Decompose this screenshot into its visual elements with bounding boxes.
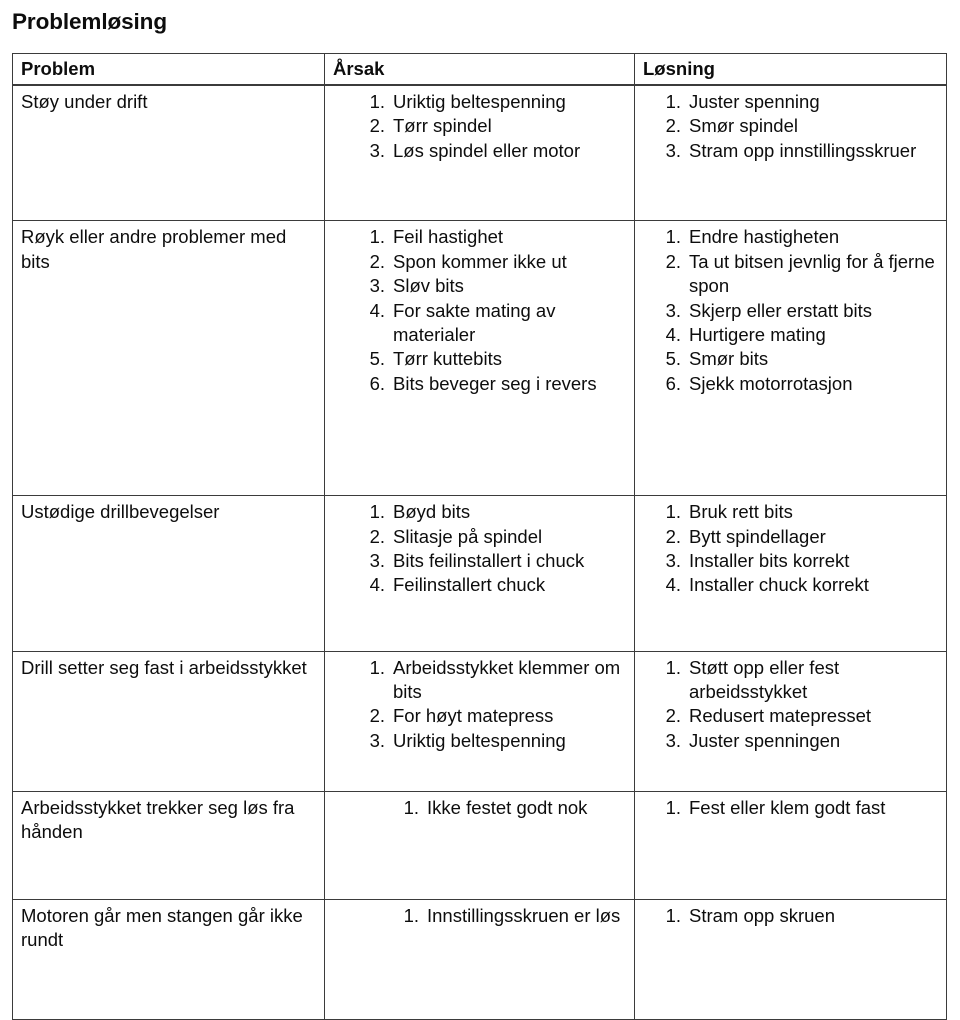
row-spacer [13,851,14,899]
table-body: Støy under drift Uriktig beltespenning Tør… [12,84,947,1020]
problem-text: Motoren går men stangen går ikke rundt [21,904,303,951]
list-item: Slitasje på spindel [361,525,543,550]
problem-text: Støy under drift [21,91,148,113]
problem-text: Røyk eller andre problemer med bits [21,226,287,272]
troubleshooting-table: Problem Årsak Løsning Støy under drift Ur… [12,52,947,1020]
list-item: Installer bits korrekt [657,549,850,574]
cell-problem: Drill setter seg fast i arbeidsstykket [12,650,325,793]
list-item: Smør bits [657,347,769,372]
table-row: Motoren går men stangen går ikke rundt In… [12,898,947,1020]
cell-problem: Arbeidsstykket trekker seg løs fra hånde… [12,791,325,900]
list-item: Redusert matepresset [657,704,872,729]
list-item: Juster spenning [657,90,820,115]
fix-list: Bruk rett bits Bytt spindellager Installer… [653,496,946,604]
table-row: Drill setter seg fast i arbeidsstykket Ar… [12,650,947,793]
page-title: Problemløsing [12,9,167,34]
row-spacer [13,686,14,791]
list-item: Smør spindel [657,114,798,139]
list-item: Sjekk motorrotasjon [657,372,853,397]
list-item: Uriktig beltespenning [361,90,566,115]
fix-list: Fest eller klem godt fast [653,792,946,826]
list-item: Juster spenningen [657,729,841,754]
list-item: Ta ut bitsen jevnlig for å fjerne spon [657,250,935,297]
list-item: Tørr spindel [361,114,492,139]
cause-list: Bøyd bits Slitasje på spindel Bits feilins… [357,496,634,604]
list-item: Bøyd bits [361,500,471,525]
cause-list: Ikke festet godt nok [391,792,634,826]
table-row: Ustødige drillbevegelser Bøyd bits Slitasj… [12,495,947,652]
cell-cause: Uriktig beltespenning Tørr spindel Løs spi… [324,84,635,222]
cause-list: Innstillingsskruen er løs [391,900,634,934]
fix-list: Stram opp skruen [653,900,946,934]
document-page: Problemløsing Problem Årsak Løsning Støy… [0,0,960,1020]
fix-list: Støtt opp eller fest arbeidsstykket Redus… [653,652,946,760]
cell-fix: Fest eller klem godt fast [634,791,947,900]
row-spacer [13,531,14,651]
cell-problem: Motoren går men stangen går ikke rundt [12,898,325,1020]
list-item: Spon kommer ikke ut [361,250,567,275]
fix-list: Endre hastigheten Ta ut bitsen jevnlig fo… [653,221,946,402]
list-item: Tørr kuttebits [361,347,502,372]
list-item: Innstillingsskruen er løs [395,904,621,929]
cell-fix: Juster spenning Smør spindel Stram opp inn… [634,84,947,222]
cell-cause: Ikke festet godt nok [324,791,635,900]
problem-text: Ustødige drillbevegelser [21,501,220,523]
column-header-cause: Årsak [324,52,635,87]
list-item: Endre hastigheten [657,225,840,250]
cell-cause: Bøyd bits Slitasje på spindel Bits feilins… [324,495,635,652]
list-item: Hurtigere mating [657,323,826,348]
list-item: Arbeidsstykket klemmer om bits [361,656,621,703]
list-item: Bytt spindellager [657,525,826,550]
cause-list: Uriktig beltespenning Tørr spindel Løs spi… [357,86,634,169]
problem-text: Drill setter seg fast i arbeidsstykket [21,656,307,678]
list-item: Løs spindel eller motor [361,139,581,164]
cell-cause: Feil hastighet Spon kommer ikke ut Sløv bi… [324,220,635,497]
cell-cause: Innstillingsskruen er løs [324,898,635,1020]
cell-fix: Stram opp skruen [634,898,947,1020]
list-item: Fest eller klem godt fast [657,796,886,821]
cell-fix: Endre hastigheten Ta ut bitsen jevnlig fo… [634,220,947,497]
table-row: Arbeidsstykket trekker seg løs fra hånde… [12,791,947,900]
row-spacer [13,120,14,220]
list-item: Stram opp skruen [657,904,836,929]
cell-problem: Røyk eller andre problemer med bits [12,220,325,497]
row-spacer [13,280,14,495]
fix-list: Juster spenning Smør spindel Stram opp inn… [653,86,946,169]
cell-fix: Bruk rett bits Bytt spindellager Installer… [634,495,947,652]
list-item: Bits feilinstallert i chuck [361,549,585,574]
table-row: Støy under drift Uriktig beltespenning Tør… [12,84,947,222]
list-item: Støtt opp eller fest arbeidsstykket [657,656,840,703]
cell-problem: Ustødige drillbevegelser [12,495,325,652]
row-spacer [13,959,14,1019]
list-item: Bruk rett bits [657,500,793,525]
list-item: For høyt matepress [361,704,554,729]
list-item: Stram opp innstillingsskruer [657,139,917,164]
list-item: Installer chuck korrekt [657,573,869,598]
list-item: Bits beveger seg i revers [361,372,597,397]
table-header: Problem Årsak Løsning [12,52,947,87]
table-row: Røyk eller andre problemer med bits Feil … [12,220,947,497]
column-header-cause-label: Årsak [333,57,385,79]
problem-text: Arbeidsstykket trekker seg løs fra hånde… [21,797,295,843]
cause-list: Feil hastighet Spon kommer ikke ut Sløv bi… [357,221,634,402]
column-header-problem-label: Problem [21,57,96,79]
list-item: Feilinstallert chuck [361,573,546,598]
column-header-solution-label: Løsning [643,57,715,79]
list-item: Ikke festet godt nok [395,796,588,821]
list-item: For sakte mating av materialer [361,299,556,346]
list-item: Skjerp eller erstatt bits [657,299,873,324]
cell-problem: Støy under drift [12,84,325,222]
column-header-solution: Løsning [634,52,947,87]
cell-fix: Støtt opp eller fest arbeidsstykket Redus… [634,650,947,793]
list-item: Uriktig beltespenning [361,729,566,754]
cell-cause: Arbeidsstykket klemmer om bits For høyt m… [324,650,635,793]
column-header-problem: Problem [12,52,325,87]
list-item: Feil hastighet [361,225,504,250]
list-item: Sløv bits [361,274,464,299]
cause-list: Arbeidsstykket klemmer om bits For høyt m… [357,652,634,760]
table-header-row: Problem Årsak Løsning [12,52,947,87]
